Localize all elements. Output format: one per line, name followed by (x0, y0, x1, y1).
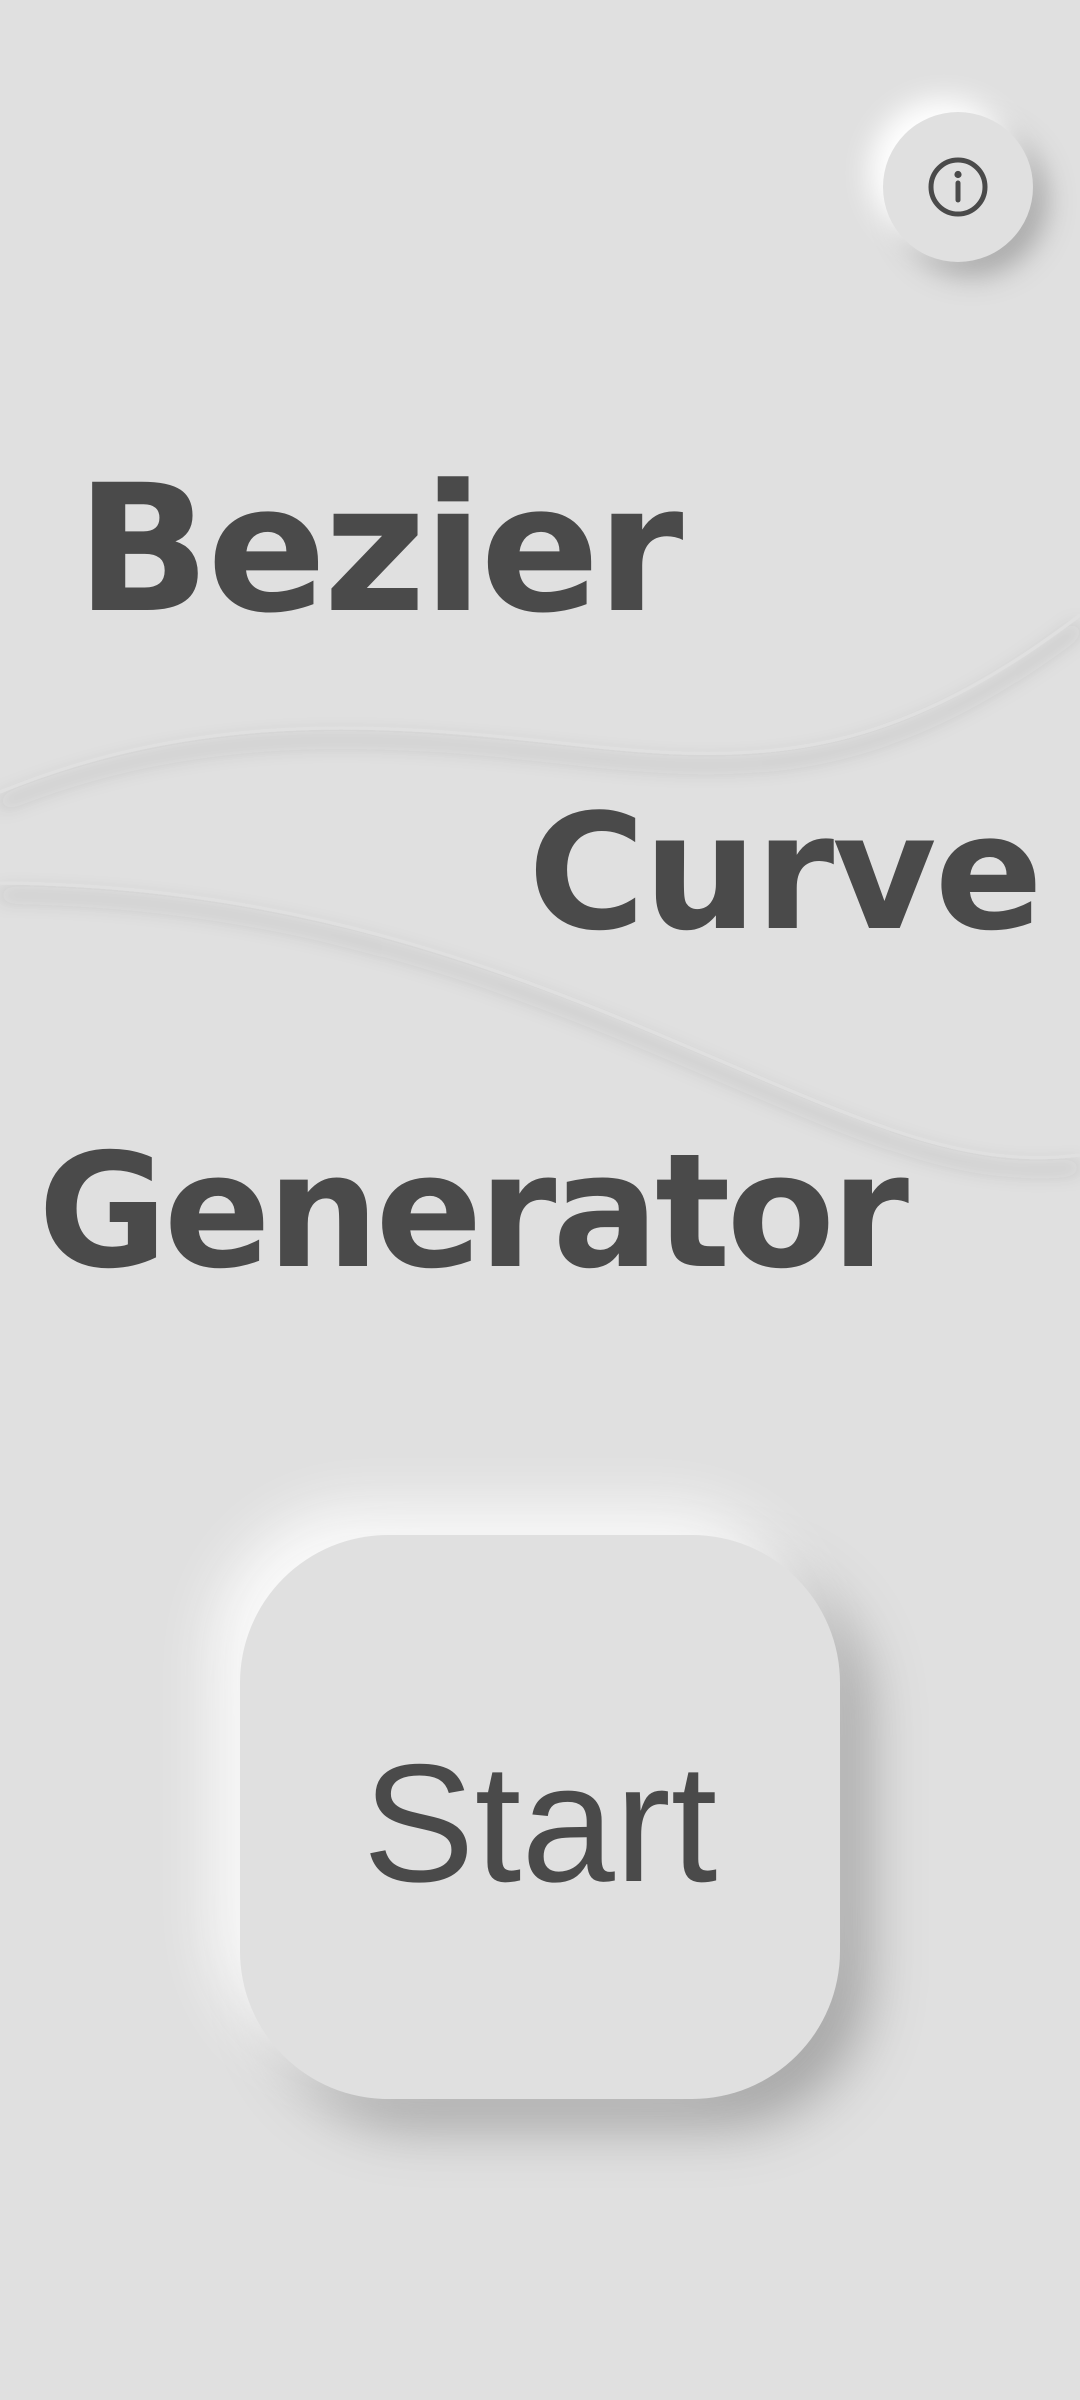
start-button[interactable]: Start (240, 1535, 840, 2099)
title-curve: Curve (528, 779, 1043, 966)
title-bezier: Bezier (76, 447, 683, 652)
start-button-label: Start (362, 1729, 718, 1917)
title-generator: Generator (38, 1120, 909, 1304)
home-screen: Bezier Curve Generator Start (0, 0, 1080, 2400)
